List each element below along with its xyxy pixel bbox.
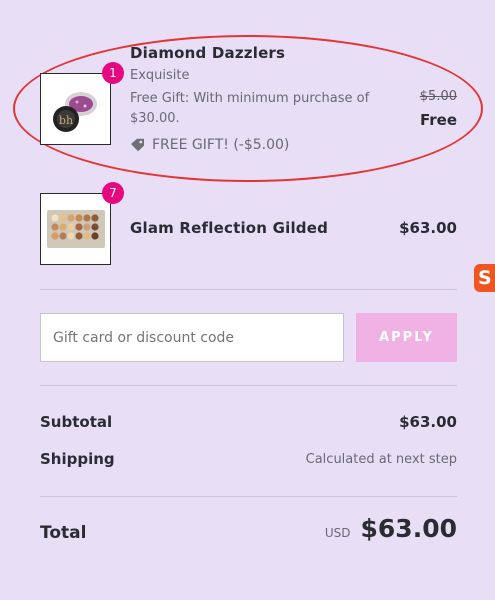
quantity-badge: 7	[102, 182, 124, 204]
divider	[40, 289, 457, 290]
product-thumbnail-glam-reflection	[40, 193, 111, 265]
svg-text:bh: bh	[59, 114, 73, 127]
product-variant: Exquisite	[130, 68, 190, 83]
item-price: $63.00	[399, 219, 457, 237]
apply-button[interactable]: APPLY	[356, 313, 457, 362]
divider	[40, 496, 457, 497]
product-name: Diamond Dazzlers	[130, 44, 286, 62]
total-amount: USD $63.00	[325, 514, 457, 543]
gift-note: Free Gift: With minimum purchase of $30.…	[130, 91, 370, 126]
subtotal-label: Subtotal	[40, 413, 113, 431]
product-name: Glam Reflection Gilded	[130, 219, 329, 237]
subtotal-value: $63.00	[399, 413, 457, 431]
glitter-jar-image: bh	[53, 92, 97, 132]
tag-icon	[131, 138, 144, 152]
side-logo-icon[interactable]: S	[474, 264, 495, 292]
discount-line: FREE GIFT! (-$5.00)	[130, 137, 289, 153]
discount-code-input[interactable]	[40, 313, 344, 362]
original-price: $5.00	[419, 89, 457, 104]
shipping-label: Shipping	[40, 450, 115, 468]
eyeshadow-palette-image	[47, 210, 105, 248]
shipping-value: Calculated at next step	[305, 452, 457, 467]
divider	[40, 385, 457, 386]
total-value: $63.00	[360, 514, 457, 543]
item-price: Free	[419, 111, 457, 129]
quantity-badge: 1	[102, 62, 124, 84]
currency-code: USD	[324, 526, 351, 540]
discount-label: FREE GIFT! (-$5.00)	[152, 137, 290, 153]
total-label: Total	[40, 523, 87, 543]
product-thumbnail-diamond-dazzlers: bh	[40, 73, 111, 145]
